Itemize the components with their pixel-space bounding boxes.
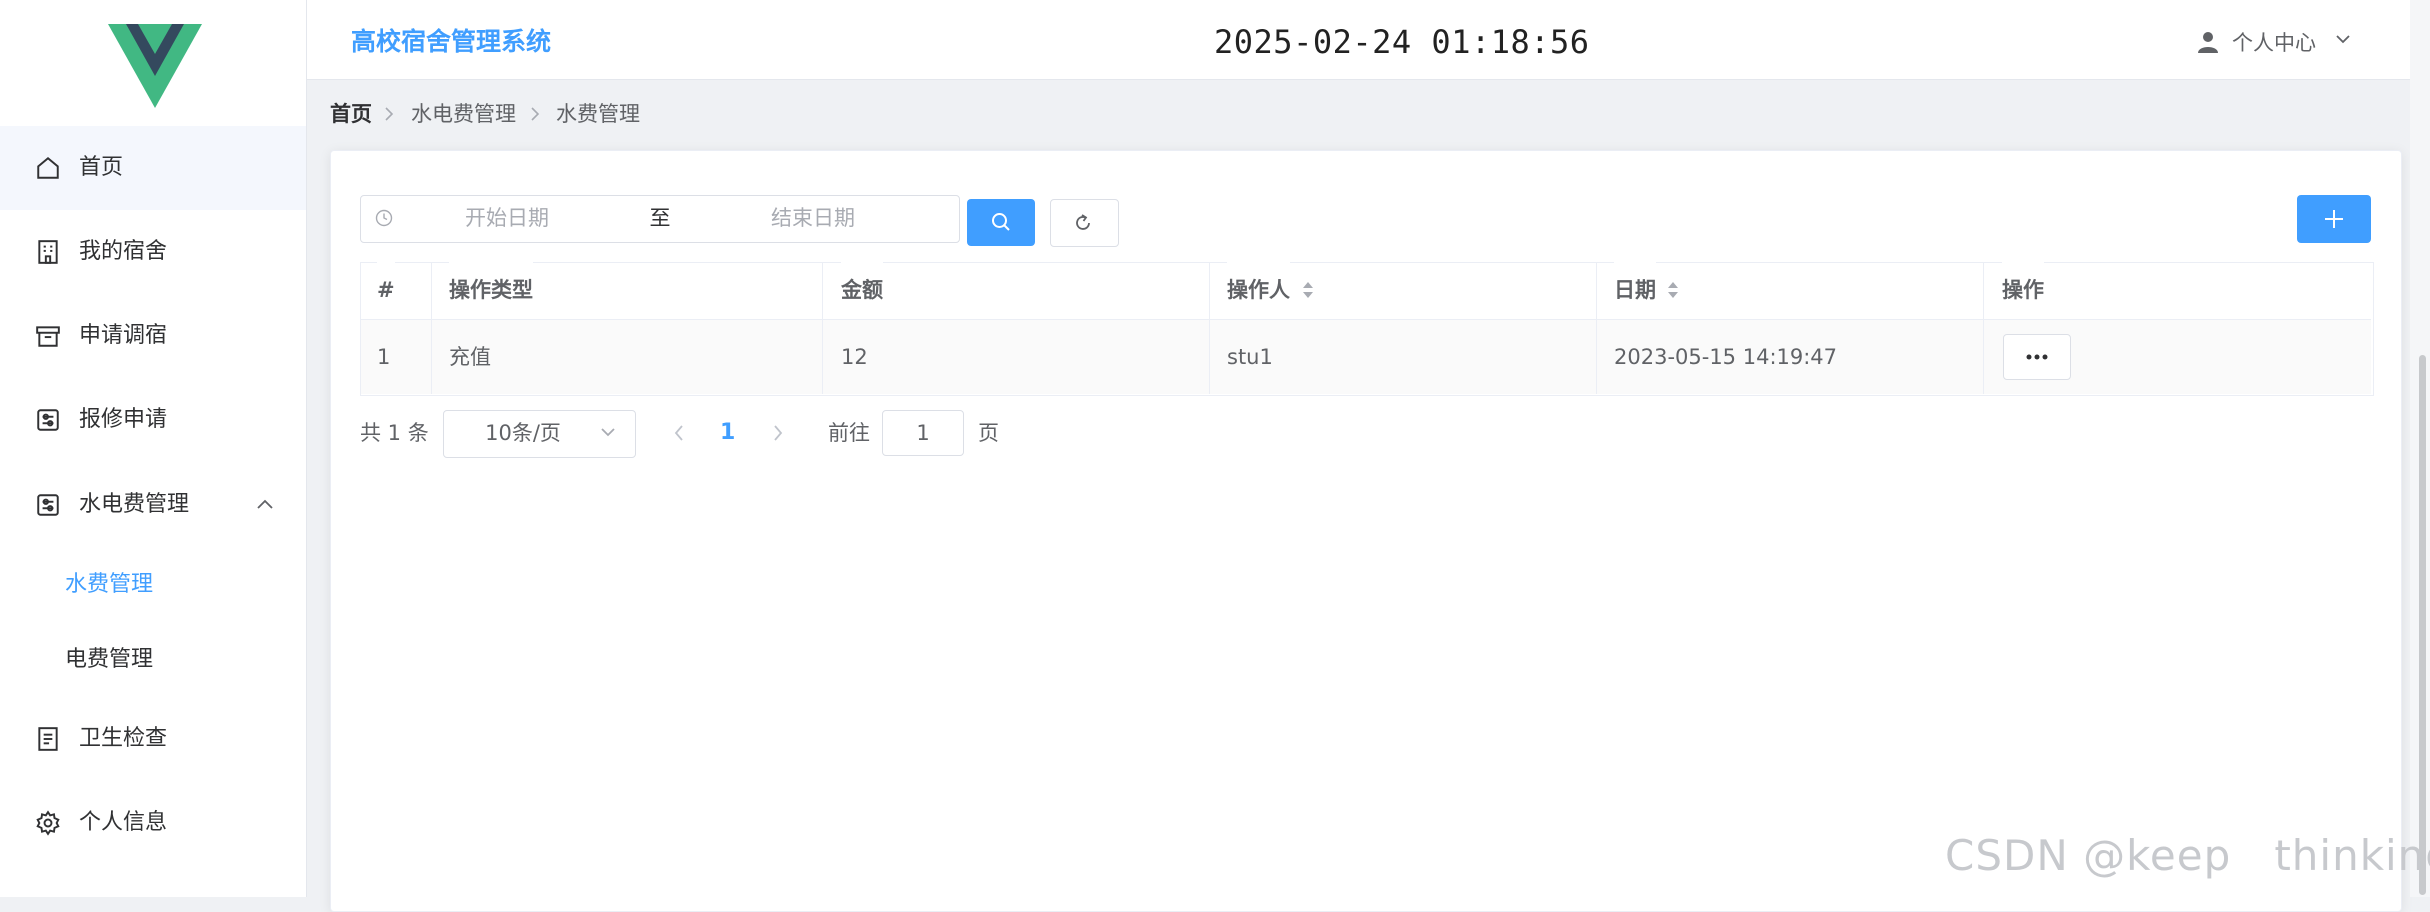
sort-icon[interactable] [1301,280,1315,300]
prev-page-icon[interactable] [673,424,685,442]
scrollbar-thumb[interactable] [2419,355,2426,895]
home-icon [37,156,59,179]
chevron-right-icon [531,107,540,121]
vue-logo [108,24,202,108]
start-date-input[interactable]: 开始日期 [392,195,622,241]
chevron-up-icon[interactable] [256,498,274,510]
sort-icon[interactable] [1666,280,1680,300]
cell-type: 充值 [449,345,491,369]
column-divider [1596,262,1597,394]
plus-icon [2325,210,2343,228]
column-header-operator[interactable]: 操作人 [1227,262,1290,319]
search-icon [992,213,1010,231]
page-suffix: 页 [978,421,999,445]
column-divider [1209,262,1210,394]
column-header-date[interactable]: 日期 [1614,262,1656,319]
more-actions-button[interactable] [2003,334,2071,380]
sidebar-item-apply-transfer[interactable]: 申请调宿 [0,294,306,378]
refresh-icon [1076,214,1090,230]
sidebar-item-profile[interactable]: 个人信息 [0,781,306,865]
page-number[interactable]: 1 [720,417,735,449]
sidebar-item-label: 卫生检查 [79,726,168,751]
app-title: 高校宿舍管理系统 [351,27,552,56]
sidebar-item-repair[interactable]: 报修申请 [0,378,306,462]
search-button[interactable] [967,199,1035,246]
add-button[interactable] [2297,195,2371,243]
page-size-value: 10条/页 [485,421,561,445]
sidebar-item-label: 水电费管理 [79,492,190,517]
sidebar-item-label: 首页 [79,155,124,180]
goto-page-input[interactable] [882,410,964,456]
building-icon [38,240,58,264]
clock-icon [375,209,393,227]
date-range-separator: 至 [649,206,671,230]
sidebar-item-my-dorm[interactable]: 我的宿舍 [0,210,306,294]
watermark: CSDN @keep thinking [1945,831,2430,880]
table-header-divider [361,319,2371,320]
chevron-right-icon [385,107,394,121]
chevron-down-icon [601,428,615,437]
cell-index: 1 [377,345,391,369]
goto-label: 前往 [828,421,870,445]
next-page-icon[interactable] [772,424,784,442]
sidebar-item-label: 个人信息 [79,810,168,835]
tools-icon [37,409,59,431]
document-icon [38,727,58,751]
breadcrumb-utilities: 水电费管理 [411,102,516,126]
sidebar-subitem-label: 水费管理 [65,572,154,597]
pagination-total: 共 1 条 [360,421,429,445]
column-header-type: 操作类型 [449,262,533,319]
cell-date: 2023-05-15 14:19:47 [1614,345,1838,369]
user-icon[interactable] [2196,30,2220,54]
sidebar-item-hygiene[interactable]: 卫生检查 [0,697,306,781]
cell-operator: stu1 [1227,345,1273,369]
tools-icon [37,494,59,516]
breadcrumb-water-fee: 水费管理 [556,102,640,126]
more-icon [2026,354,2048,360]
column-header-actions: 操作 [2002,262,2044,319]
sidebar-subitem-water-fee[interactable]: 水费管理 [0,548,306,622]
column-header-amount: 金额 [841,262,883,319]
sidebar-item-label: 报修申请 [79,407,168,432]
breadcrumb-home[interactable]: 首页 [330,99,372,129]
sidebar-subitem-label: 电费管理 [65,647,154,672]
sidebar-item-label: 申请调宿 [79,323,168,348]
sidebar-subitem-electric-fee[interactable]: 电费管理 [0,623,306,697]
column-header-index: # [377,262,395,319]
datetime-display: 2025-02-24 01:18:56 [1214,23,1590,61]
box-icon [36,326,60,347]
gear-icon [36,810,60,836]
chevron-down-icon[interactable] [2335,34,2351,44]
end-date-input[interactable]: 结束日期 [698,195,928,241]
column-divider [431,262,432,394]
column-divider [822,262,823,394]
sidebar-item-label: 我的宿舍 [79,239,168,264]
cell-amount: 12 [841,345,868,369]
sidebar-item-home[interactable]: 首页 [0,126,306,210]
user-menu-label[interactable]: 个人中心 [2232,26,2316,60]
reset-button[interactable] [1050,199,1119,247]
column-divider [1983,262,1984,394]
